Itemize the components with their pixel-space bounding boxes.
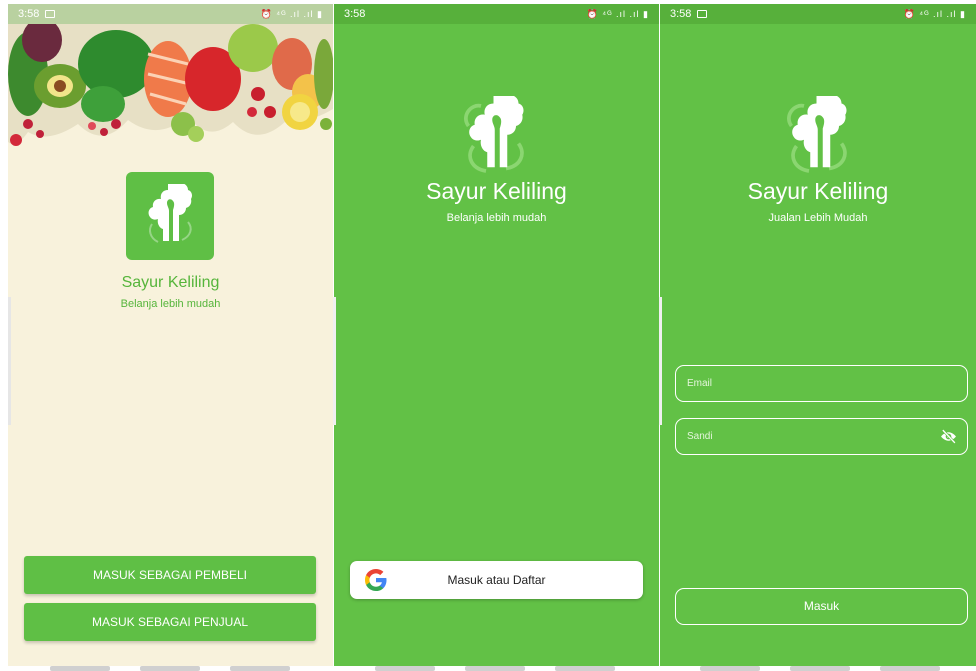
- seller-login-screen: 3:58 ⏰ ⁴ᴳ .ıl .ıl ▮ Sayur Keliling Juala…: [660, 4, 976, 666]
- edge-handle: [8, 297, 11, 425]
- nav-bar-segment: [880, 666, 940, 671]
- nav-bar-segment: [140, 666, 200, 671]
- lettuce-logo-icon: [787, 96, 847, 173]
- nav-bar-segment: [700, 666, 760, 671]
- lettuce-logo-icon: [464, 96, 524, 173]
- app-logo-tile: [126, 172, 214, 260]
- app-title: Sayur Keliling: [426, 178, 567, 204]
- nav-bar-segment: [230, 666, 290, 671]
- status-time: 3:58: [670, 8, 692, 20]
- app-tagline: Jualan Lebih Mudah: [768, 212, 868, 224]
- status-time: 3:58: [18, 8, 40, 20]
- lettuce-logo-icon: [148, 184, 192, 243]
- status-icons: ⏰ ⁴ᴳ .ıl .ıl ▮: [586, 8, 649, 19]
- status-time: 3:58: [344, 8, 366, 20]
- image-notification-icon: [697, 10, 708, 18]
- edge-handle: [659, 297, 662, 425]
- password-placeholder: Sandi: [687, 431, 713, 442]
- nav-bar-segment: [50, 666, 110, 671]
- google-icon: [365, 569, 387, 591]
- nav-bar-segment: [375, 666, 435, 671]
- image-notification-icon: [45, 10, 56, 18]
- login-as-seller-button[interactable]: MASUK SEBAGAI PENJUAL: [24, 603, 316, 641]
- nav-bar-segment: [555, 666, 615, 671]
- status-bar: 3:58 ⏰ ⁴ᴳ .ıl .ıl ▮: [334, 4, 659, 24]
- edge-handle: [333, 297, 336, 425]
- status-icons: ⏰ ⁴ᴳ .ıl .ıl ▮: [903, 8, 966, 19]
- vegetables-banner-image: [8, 24, 333, 159]
- role-selection-screen: 3:58 ⏰ ⁴ᴳ .ıl .ıl ▮ Sayur Keliling Belan…: [8, 4, 333, 666]
- toggle-password-visibility-icon[interactable]: [940, 428, 957, 445]
- app-title: Sayur Keliling: [121, 274, 220, 291]
- email-field[interactable]: Email: [675, 365, 968, 402]
- password-field[interactable]: Sandi: [675, 418, 968, 455]
- login-button[interactable]: Masuk: [675, 588, 968, 625]
- app-tagline: Belanja lebih mudah: [120, 298, 221, 310]
- app-title: Sayur Keliling: [747, 178, 889, 204]
- google-button-label: Masuk atau Daftar: [447, 573, 546, 587]
- screenshot-stage: 3:58 ⏰ ⁴ᴳ .ıl .ıl ▮ Sayur Keliling Belan…: [0, 0, 976, 671]
- status-bar: 3:58 ⏰ ⁴ᴳ .ıl .ıl ▮: [660, 4, 976, 24]
- app-tagline: Belanja lebih mudah: [446, 212, 547, 224]
- buyer-login-screen: 3:58 ⏰ ⁴ᴳ .ıl .ıl ▮ Sayur Keliling Belan…: [334, 4, 659, 666]
- email-placeholder: Email: [687, 378, 713, 389]
- google-sign-in-button[interactable]: Masuk atau Daftar: [350, 561, 643, 599]
- login-as-buyer-button[interactable]: MASUK SEBAGAI PEMBELI: [24, 556, 316, 594]
- status-bar: 3:58 ⏰ ⁴ᴳ .ıl .ıl ▮: [8, 4, 333, 24]
- nav-bar-segment: [790, 666, 850, 671]
- status-icons: ⏰ ⁴ᴳ .ıl .ıl ▮: [260, 8, 323, 19]
- nav-bar-segment: [465, 666, 525, 671]
